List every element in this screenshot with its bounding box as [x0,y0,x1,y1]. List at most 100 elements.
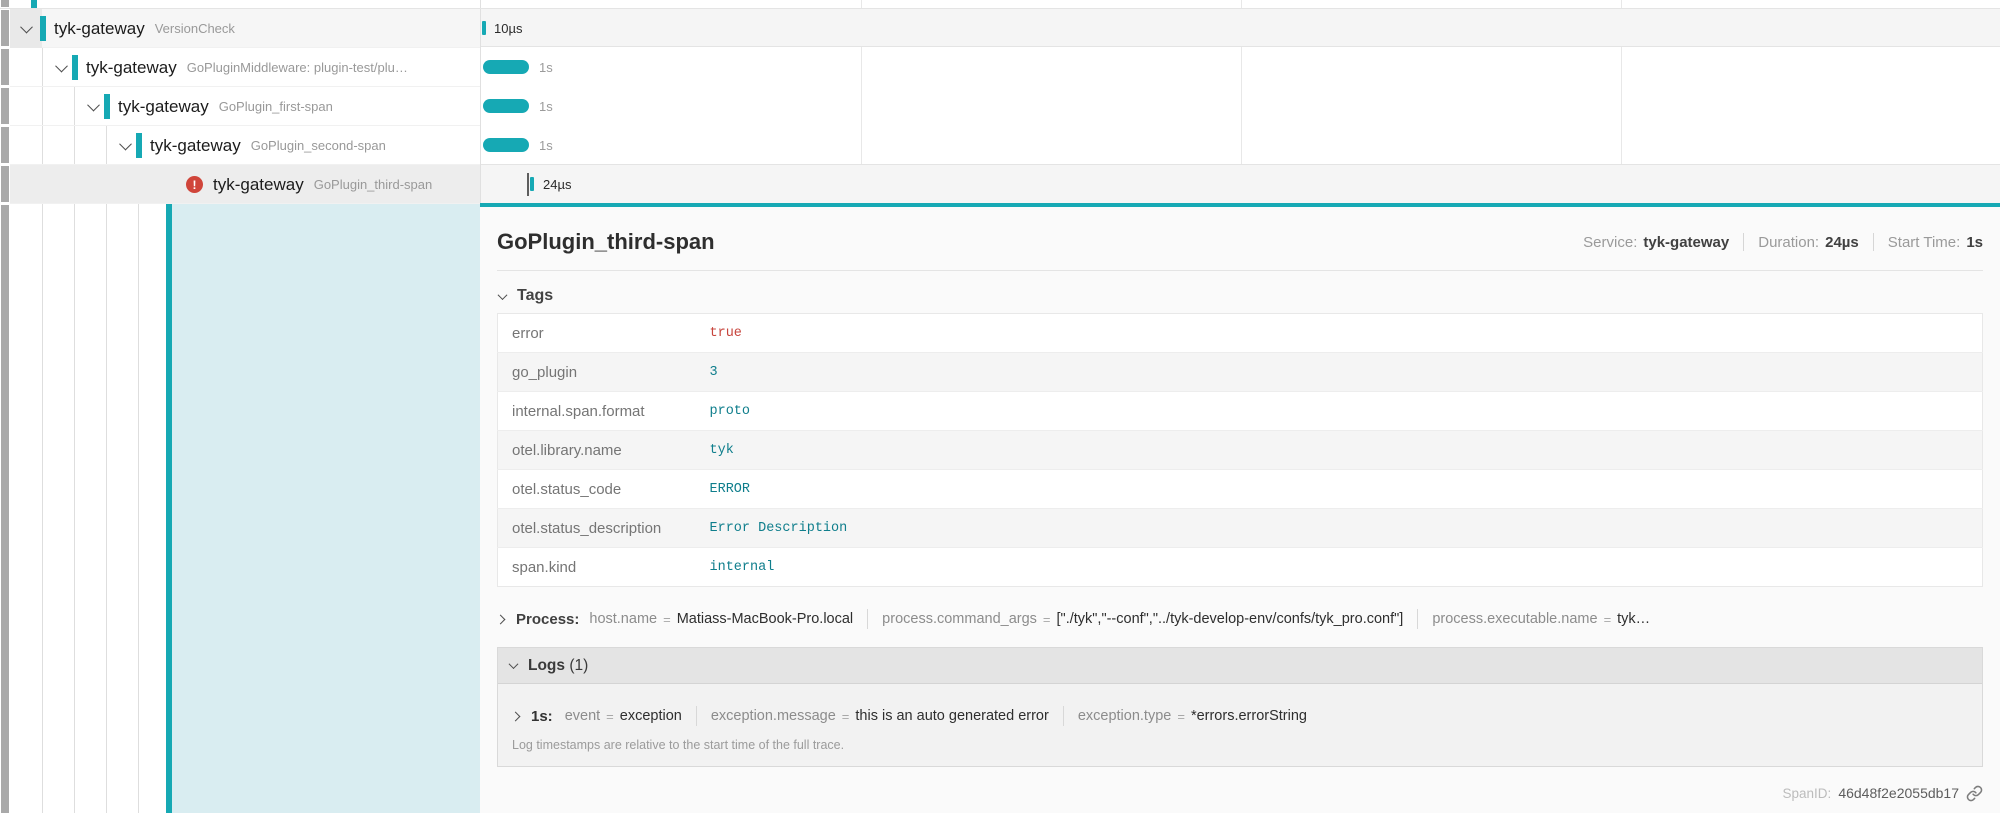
span-bar [530,177,534,191]
spanid-value: 46d48f2e2055db17 [1838,785,1959,801]
tag-key: internal.span.format [498,392,710,431]
clipped-span-bar [31,0,37,8]
span-bar [482,21,486,35]
timeline-row-goplugin-first-span[interactable]: 1s [481,87,2000,126]
logs-footnote: Log timestamps are relative to the start… [498,736,1982,766]
duration-label: 10µs [494,9,522,48]
service-value: tyk-gateway [1643,234,1729,251]
chevron-down-icon [498,290,508,300]
table-row: error true [498,314,1983,353]
timeline-pane: 10µs 1s 1s 1s 24µs [480,0,2000,204]
tag-value: tyk [710,431,1983,470]
log-pair: event = exception [565,708,682,724]
span-bar [483,99,529,113]
service-name: tyk-gateway [86,58,177,78]
pair-value: exception [620,708,682,724]
operation-name: GoPlugin_third-span [314,177,433,192]
tree-row-goplugin-third-span[interactable]: ! tyk-gateway GoPlugin_third-span [10,165,480,204]
tag-value: true [710,314,1983,353]
tag-value: internal [710,548,1983,587]
spanid-label: SpanID: [1783,786,1832,801]
duration-label: Duration: [1758,234,1819,251]
span-bar [483,60,529,74]
chevron-down-icon [20,21,33,34]
log-pair: exception.type = *errors.errorString [1078,708,1307,724]
service-name: tyk-gateway [150,136,241,156]
pair-key: host.name [589,611,657,627]
tag-key: error [498,314,710,353]
pair-key: process.command_args [882,611,1037,627]
table-row: otel.status_code ERROR [498,470,1983,509]
meta-separator [1873,233,1874,251]
service-label: Service: [1583,234,1637,251]
log-entry-toggle[interactable]: 1s: event = exception exception.message … [498,696,1982,736]
process-pair: host.name = Matiass-MacBook-Pro.local [589,611,853,627]
indent-guide [106,125,107,813]
chevron-right-icon [511,711,521,721]
chevron-down-icon [87,99,100,112]
logs-accordion-toggle[interactable]: Logs (1) [498,648,1982,684]
duration-label: 1s [539,48,553,87]
span-position-caret [527,173,529,196]
collapse-toggle[interactable] [10,9,42,48]
service-name: tyk-gateway [213,175,304,195]
service-color-bar [72,55,78,80]
process-accordion-toggle[interactable]: Process: host.name = Matiass-MacBook-Pro… [497,603,1983,635]
pair-separator [1063,706,1064,726]
duration-label: 24µs [543,165,571,204]
span-detail-panel: GoPlugin_third-span Service: tyk-gateway… [480,203,2000,813]
span-bar [483,138,529,152]
operation-name: GoPluginMiddleware: plugin-test/plu… [187,60,408,75]
pair-value: this is an auto generated error [855,708,1048,724]
timeline-row-gopluginmiddleware[interactable]: 1s [481,48,2000,87]
process-pair: process.executable.name = tyk… [1432,611,1650,627]
pair-separator [867,609,868,629]
timeline-row-goplugin-second-span[interactable]: 1s [481,126,2000,165]
service-color-bar [104,94,110,119]
pair-value: ["./tyk","--conf","../tyk-develop-env/co… [1057,611,1404,627]
duration-value: 24µs [1825,234,1859,251]
pair-value: *errors.errorString [1191,708,1307,724]
row-divider [0,8,2000,9]
table-row: go_plugin 3 [498,353,1983,392]
duration-label: 1s [539,87,553,126]
span-tree-pane: tyk-gateway VersionCheck tyk-gateway GoP… [0,0,480,813]
timeline-row-goplugin-third-span[interactable]: 24µs [481,164,2000,203]
tree-row-versioncheck[interactable]: tyk-gateway VersionCheck [10,9,480,48]
selected-span-detail-fill [172,204,480,813]
tree-row-goplugin-first-span[interactable]: tyk-gateway GoPlugin_first-span [10,87,480,126]
equals-sign: = [663,612,671,627]
table-row: otel.status_description Error Descriptio… [498,509,1983,548]
pair-value: Matiass-MacBook-Pro.local [677,611,853,627]
tag-key: go_plugin [498,353,710,392]
pair-key: event [565,708,600,724]
indent-guide [138,164,139,813]
tree-row-gopluginmiddleware[interactable]: tyk-gateway GoPluginMiddleware: plugin-t… [10,48,480,87]
tags-accordion-toggle[interactable]: Tags [497,271,1983,313]
process-pair: process.command_args = ["./tyk","--conf"… [882,611,1403,627]
log-timestamp: 1s: [531,708,553,725]
process-label: Process: [516,611,579,628]
timeline-row-versioncheck[interactable]: 10µs [481,8,2000,47]
logs-header: Logs [528,657,565,674]
tree-row-goplugin-second-span[interactable]: tyk-gateway GoPlugin_second-span [10,126,480,165]
span-detail-header: GoPlugin_third-span Service: tyk-gateway… [497,207,1983,262]
chevron-down-icon [509,659,519,669]
chevron-right-icon [497,614,505,624]
span-minimap-strip [0,0,10,813]
tag-value: ERROR [710,470,1983,509]
tag-key: otel.library.name [498,431,710,470]
start-time-value: 1s [1966,234,1983,251]
spanid-footer: SpanID: 46d48f2e2055db17 [497,777,1983,809]
copy-link-icon[interactable] [1966,785,1983,802]
service-color-bar [136,133,142,158]
span-title: GoPlugin_third-span [497,229,715,255]
pair-separator [1417,609,1418,629]
operation-name: VersionCheck [155,21,235,36]
logs-section: Logs (1) 1s: event = exception exception… [497,647,1983,767]
pair-value: tyk… [1617,611,1650,627]
tag-key: otel.status_code [498,470,710,509]
service-name: tyk-gateway [118,97,209,117]
chevron-down-icon [55,60,68,73]
tags-header: Tags [517,287,553,305]
